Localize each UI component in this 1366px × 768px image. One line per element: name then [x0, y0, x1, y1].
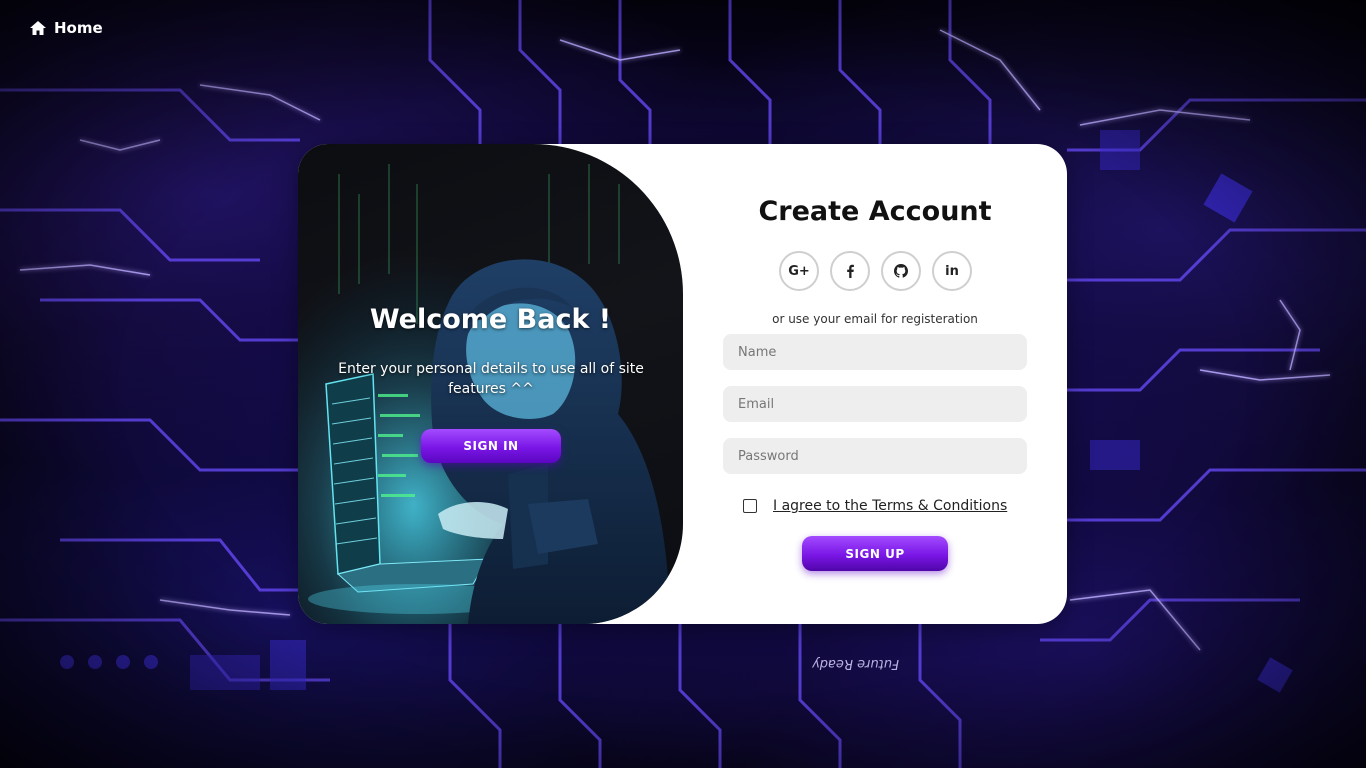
google-icon: G+: [788, 263, 810, 279]
background-stamp-text: Future Ready: [812, 656, 899, 671]
sign-in-button[interactable]: SIGN IN: [421, 429, 561, 463]
linkedin-icon: in: [945, 263, 959, 279]
terms-checkbox[interactable]: [743, 499, 757, 513]
register-panel: Create Account G+ in or use your email f…: [683, 144, 1067, 624]
terms-link[interactable]: I agree to the Terms & Conditions: [773, 498, 1007, 514]
auth-card: Welcome Back ! Enter your personal detai…: [298, 144, 1067, 624]
welcome-title: Welcome Back !: [369, 304, 612, 335]
welcome-message: Enter your personal details to use all o…: [338, 361, 644, 397]
social-login-row: G+ in: [779, 251, 972, 291]
linkedin-button[interactable]: in: [932, 251, 972, 291]
sign-up-button[interactable]: SIGN UP: [802, 536, 948, 571]
email-field[interactable]: [723, 386, 1027, 422]
password-field[interactable]: [723, 438, 1027, 474]
github-icon: [894, 264, 908, 278]
name-field[interactable]: [723, 334, 1027, 370]
home-link[interactable]: Home: [29, 19, 103, 37]
facebook-button[interactable]: [830, 251, 870, 291]
or-use-email-text: or use your email for registeration: [772, 312, 978, 326]
terms-row: I agree to the Terms & Conditions: [743, 498, 1007, 514]
home-label: Home: [54, 19, 103, 37]
home-icon: [30, 21, 46, 35]
google-button[interactable]: G+: [779, 251, 819, 291]
create-account-title: Create Account: [758, 196, 992, 227]
facebook-icon: [847, 264, 854, 278]
github-button[interactable]: [881, 251, 921, 291]
welcome-panel: Welcome Back ! Enter your personal detai…: [298, 144, 683, 624]
